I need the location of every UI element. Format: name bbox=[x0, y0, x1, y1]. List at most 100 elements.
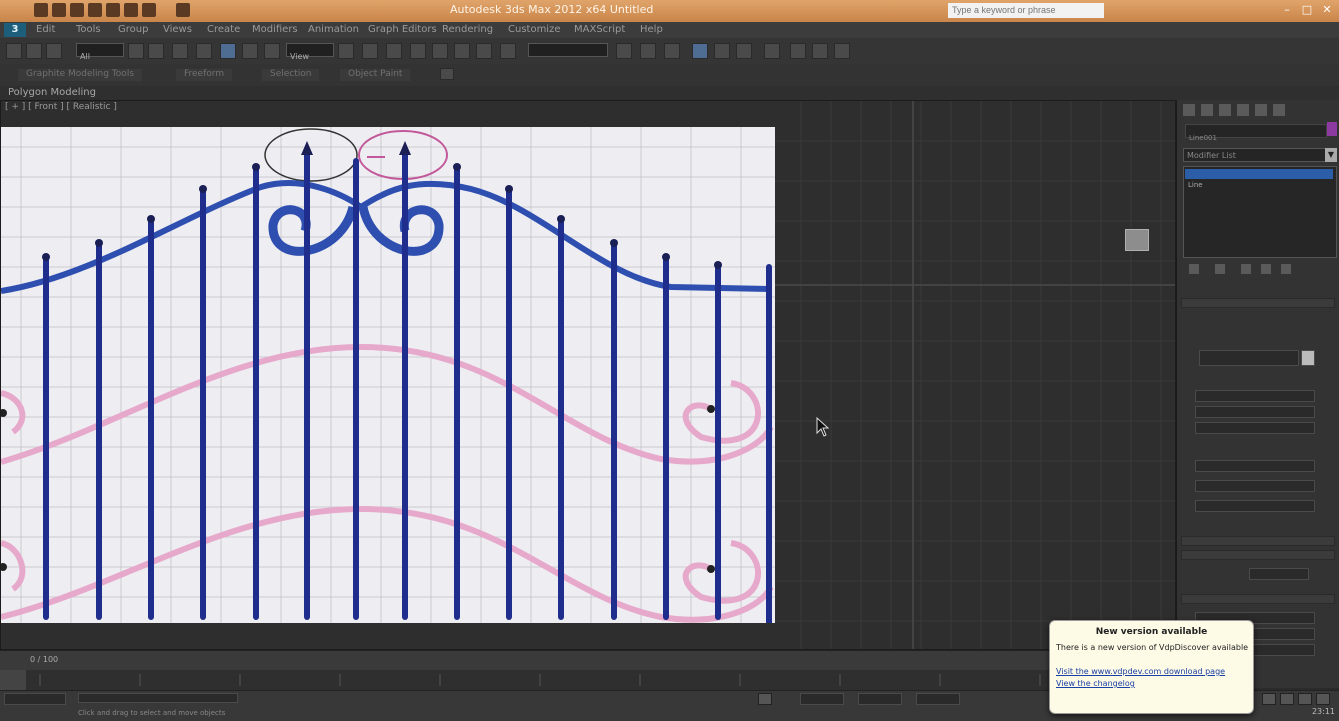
search-input[interactable] bbox=[948, 3, 1104, 18]
time-slider[interactable]: 0 / 100 bbox=[0, 650, 1176, 671]
hold-icon[interactable] bbox=[124, 3, 138, 17]
close-button[interactable]: ✕ bbox=[1319, 2, 1335, 18]
minimize-button[interactable]: – bbox=[1279, 2, 1295, 18]
menu-maxscript[interactable]: MAXScript bbox=[574, 24, 625, 35]
menu-group[interactable]: Group bbox=[118, 24, 148, 35]
modifier-list-dropdown[interactable]: Modifier List bbox=[1183, 148, 1331, 162]
rollout-header-1[interactable] bbox=[1181, 298, 1335, 308]
interpolation-dropdown-arrow[interactable] bbox=[1301, 350, 1315, 366]
rollout-field-4[interactable] bbox=[1195, 460, 1315, 472]
angle-snap-icon[interactable] bbox=[432, 43, 448, 59]
pin-stack-icon[interactable] bbox=[1189, 264, 1199, 274]
remove-modifier-icon[interactable] bbox=[1261, 264, 1271, 274]
menu-edit[interactable]: Edit bbox=[36, 24, 55, 35]
tab-graphite-modeling-tools[interactable]: Graphite Modeling Tools bbox=[18, 69, 143, 81]
tab-selection[interactable]: Selection bbox=[262, 69, 320, 81]
render-setup-icon[interactable] bbox=[790, 43, 806, 59]
tab-object-paint[interactable]: Object Paint bbox=[340, 69, 411, 81]
bind-space-warp-icon[interactable] bbox=[46, 43, 62, 59]
select-object-icon[interactable] bbox=[128, 43, 144, 59]
coord-system-dropdown[interactable]: View bbox=[286, 43, 334, 61]
chevron-down-icon[interactable]: ▼ bbox=[1325, 148, 1337, 162]
y-coordinate-field[interactable] bbox=[858, 693, 902, 705]
keyboard-shortcut-icon[interactable] bbox=[386, 43, 402, 59]
mirror-icon[interactable] bbox=[616, 43, 632, 59]
stack-item-selected[interactable] bbox=[1185, 169, 1333, 179]
select-and-link-icon[interactable] bbox=[6, 43, 22, 59]
undo-icon[interactable] bbox=[88, 3, 102, 17]
utilities-tab-icon[interactable] bbox=[1273, 104, 1285, 116]
save-file-icon[interactable] bbox=[70, 3, 84, 17]
maxscript-listener-field[interactable] bbox=[4, 693, 66, 705]
download-page-link[interactable]: Visit the www.vdpdev.com download page bbox=[1056, 667, 1225, 676]
hierarchy-tab-icon[interactable] bbox=[1219, 104, 1231, 116]
layer-manager-icon[interactable] bbox=[664, 43, 680, 59]
interpolation-steps-field[interactable] bbox=[1249, 568, 1309, 580]
object-name-field[interactable]: Line001 bbox=[1185, 124, 1327, 142]
select-and-scale-icon[interactable] bbox=[264, 43, 280, 59]
redo-icon[interactable] bbox=[106, 3, 120, 17]
rollout-field-1[interactable] bbox=[1195, 390, 1315, 402]
configure-sets-icon[interactable] bbox=[1281, 264, 1291, 274]
menu-rendering[interactable]: Rendering bbox=[442, 24, 493, 35]
maximize-button[interactable]: □ bbox=[1299, 2, 1315, 18]
named-selection-dropdown[interactable] bbox=[528, 43, 608, 57]
ribbon-options-icon[interactable] bbox=[440, 68, 454, 80]
interpolation-dropdown[interactable] bbox=[1199, 350, 1299, 366]
percent-snap-icon[interactable] bbox=[454, 43, 470, 59]
track-bar[interactable] bbox=[0, 670, 1176, 690]
menu-customize[interactable]: Customize bbox=[508, 24, 561, 35]
pivot-center-icon[interactable] bbox=[338, 43, 354, 59]
rollout-field-3[interactable] bbox=[1195, 422, 1315, 434]
fetch-icon[interactable] bbox=[142, 3, 156, 17]
rollout-field-5[interactable] bbox=[1195, 480, 1315, 492]
spinner-snap-icon[interactable] bbox=[476, 43, 492, 59]
menu-animation[interactable]: Animation bbox=[308, 24, 359, 35]
zoom-all-icon[interactable] bbox=[1280, 693, 1294, 705]
modifier-stack[interactable]: Line bbox=[1183, 166, 1337, 258]
menu-tools[interactable]: Tools bbox=[76, 24, 101, 35]
menu-graph-editors[interactable]: Graph Editors bbox=[368, 24, 437, 35]
menu-create[interactable]: Create bbox=[207, 24, 240, 35]
curve-editor-icon[interactable] bbox=[714, 43, 730, 59]
create-tab-icon[interactable] bbox=[1183, 104, 1195, 116]
lock-selection-icon[interactable] bbox=[758, 693, 772, 705]
menu-help[interactable]: Help bbox=[640, 24, 663, 35]
object-color-swatch[interactable] bbox=[1327, 122, 1337, 136]
z-coordinate-field[interactable] bbox=[916, 693, 960, 705]
snaps-toggle-icon[interactable] bbox=[410, 43, 426, 59]
rollout-field-2[interactable] bbox=[1195, 406, 1315, 418]
rollout-header-3[interactable] bbox=[1181, 550, 1335, 560]
selection-filter-dropdown[interactable]: All bbox=[76, 43, 124, 61]
unlink-icon[interactable] bbox=[26, 43, 42, 59]
menu-modifiers[interactable]: Modifiers bbox=[252, 24, 298, 35]
show-end-result-icon[interactable] bbox=[1215, 264, 1225, 274]
schematic-view-icon[interactable] bbox=[736, 43, 752, 59]
new-file-icon[interactable] bbox=[34, 3, 48, 17]
front-viewport[interactable]: [ + ] [ Front ] [ Realistic ] bbox=[0, 100, 1176, 650]
rollout-field-6[interactable] bbox=[1195, 500, 1315, 512]
rollout-header-2[interactable] bbox=[1181, 536, 1335, 546]
render-production-icon[interactable] bbox=[834, 43, 850, 59]
changelog-link[interactable]: View the changelog bbox=[1056, 679, 1135, 688]
orbit-icon[interactable] bbox=[1316, 693, 1330, 705]
rollout-header-4[interactable] bbox=[1181, 594, 1335, 604]
select-and-move-icon[interactable] bbox=[220, 43, 236, 59]
zoom-icon[interactable] bbox=[1262, 693, 1276, 705]
stack-item-line[interactable]: Line bbox=[1188, 181, 1228, 189]
motion-tab-icon[interactable] bbox=[1237, 104, 1249, 116]
menu-views[interactable]: Views bbox=[163, 24, 192, 35]
make-unique-icon[interactable] bbox=[1241, 264, 1251, 274]
edit-named-selection-icon[interactable] bbox=[500, 43, 516, 59]
x-coordinate-field[interactable] bbox=[800, 693, 844, 705]
select-manipulate-icon[interactable] bbox=[362, 43, 378, 59]
app-logo[interactable]: 3 bbox=[4, 23, 26, 37]
polygon-modeling-label[interactable]: Polygon Modeling bbox=[8, 87, 96, 98]
quick-access-dropdown-icon[interactable] bbox=[176, 3, 190, 17]
material-editor-icon[interactable] bbox=[764, 43, 780, 59]
viewcube-icon[interactable] bbox=[1125, 229, 1149, 251]
graphite-toggle-icon[interactable] bbox=[692, 43, 708, 59]
modify-tab-icon[interactable] bbox=[1201, 104, 1213, 116]
viewport-label[interactable]: [ + ] [ Front ] [ Realistic ] bbox=[5, 102, 117, 112]
align-icon[interactable] bbox=[640, 43, 656, 59]
